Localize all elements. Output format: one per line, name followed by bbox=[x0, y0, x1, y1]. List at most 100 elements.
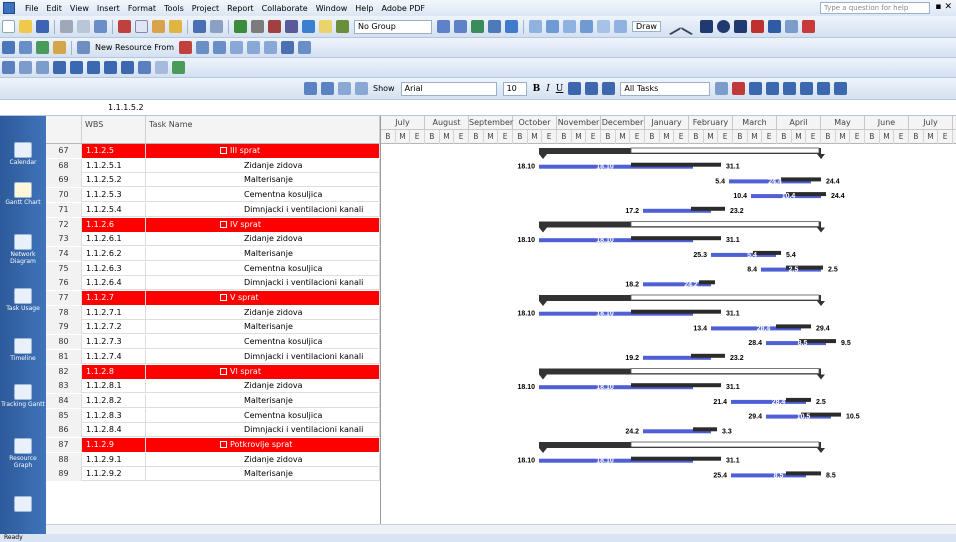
wbs-cell[interactable]: 1.1.2.5.2 bbox=[82, 173, 146, 188]
menu-help[interactable]: Help bbox=[351, 4, 377, 13]
undo-icon[interactable] bbox=[193, 20, 206, 33]
row-number[interactable]: 80 bbox=[46, 335, 82, 350]
row-number[interactable]: 87 bbox=[46, 438, 82, 452]
menu-edit[interactable]: Edit bbox=[42, 4, 66, 13]
menu-format[interactable]: Format bbox=[124, 4, 160, 13]
align-left-icon[interactable] bbox=[568, 82, 582, 95]
filter-select[interactable]: All Tasks bbox=[620, 81, 711, 96]
bold-button[interactable]: B bbox=[533, 84, 541, 94]
zoom-in-icon[interactable] bbox=[437, 20, 450, 33]
menu-tools[interactable]: Tools bbox=[160, 4, 188, 13]
summary-task-row[interactable]: 77 1.1.2.7 V sprat bbox=[46, 291, 380, 305]
tracking-icon[interactable] bbox=[529, 20, 542, 33]
task-name-cell[interactable]: VI sprat bbox=[146, 364, 380, 379]
task-row[interactable]: 79 1.1.2.7.2 Malterisanje bbox=[46, 320, 380, 335]
row-number[interactable]: 79 bbox=[46, 320, 82, 335]
redo-icon[interactable] bbox=[210, 20, 223, 33]
show-subtasks-icon[interactable] bbox=[338, 82, 351, 95]
oval-icon[interactable] bbox=[716, 20, 730, 33]
gantt-horizontal-scrollbar[interactable] bbox=[380, 524, 956, 534]
straight-links-icon[interactable] bbox=[155, 61, 168, 74]
group-by-select[interactable]: No Group bbox=[354, 19, 432, 34]
row-number[interactable]: 84 bbox=[46, 393, 82, 408]
font-size-select[interactable]: 10 bbox=[502, 81, 527, 96]
gantt-wizard-icon[interactable] bbox=[732, 82, 746, 95]
task-name-cell[interactable]: Dimnjacki i ventilacioni kanali bbox=[146, 202, 380, 217]
task-name-cell[interactable]: Cementna kosuljica bbox=[146, 188, 380, 203]
menu-insert[interactable]: Insert bbox=[93, 4, 124, 13]
link-tasks-icon[interactable] bbox=[251, 20, 264, 33]
row-number[interactable]: 83 bbox=[46, 379, 82, 394]
task-row[interactable]: 84 1.1.2.8.2 Malterisanje bbox=[46, 393, 380, 408]
summary-task-row[interactable]: 67 1.1.2.5 III sprat bbox=[46, 144, 380, 158]
resource-from-icon[interactable] bbox=[77, 41, 90, 54]
italic-button[interactable]: I bbox=[546, 84, 550, 94]
task-row[interactable]: 73 1.1.2.6.1 Zidanje zidova bbox=[46, 232, 380, 247]
table-icon[interactable] bbox=[783, 82, 797, 95]
task-row[interactable]: 74 1.1.2.6.2 Malterisanje bbox=[46, 246, 380, 261]
row-number[interactable]: 85 bbox=[46, 408, 82, 423]
task-row[interactable]: 70 1.1.2.5.3 Cementna kosuljica bbox=[46, 188, 380, 203]
progress-icon[interactable] bbox=[597, 20, 610, 33]
collapse-icon[interactable] bbox=[220, 220, 227, 228]
autofilter-icon[interactable] bbox=[715, 82, 729, 95]
print-icon[interactable] bbox=[60, 20, 73, 33]
row-number[interactable]: 71 bbox=[46, 202, 82, 217]
menu-file[interactable]: File bbox=[21, 4, 42, 13]
row-number[interactable]: 76 bbox=[46, 276, 82, 291]
row-number[interactable]: 73 bbox=[46, 232, 82, 247]
cut-icon[interactable] bbox=[118, 20, 131, 33]
wbs-cell[interactable]: 1.1.2.5 bbox=[82, 144, 146, 158]
wbs-cell[interactable]: 1.1.2.5.1 bbox=[82, 158, 146, 173]
calendar-icon[interactable] bbox=[580, 20, 593, 33]
table-horizontal-scrollbar[interactable] bbox=[46, 524, 380, 534]
view-network-diagram[interactable]: Network Diagram bbox=[0, 234, 46, 265]
resource-info-icon[interactable] bbox=[179, 41, 193, 54]
task-name-cell[interactable]: V sprat bbox=[146, 291, 380, 305]
text-box-icon[interactable] bbox=[767, 20, 781, 33]
help-search-input[interactable]: Type a question for help bbox=[820, 2, 930, 14]
outline-level-icon[interactable] bbox=[749, 82, 763, 95]
wbs-cell[interactable]: 1.1.2.8.4 bbox=[82, 423, 146, 438]
row-number[interactable]: 81 bbox=[46, 349, 82, 364]
view-tracking-gantt[interactable]: Tracking Gantt bbox=[0, 384, 46, 408]
task-name-cell[interactable]: Malterisanje bbox=[146, 246, 380, 261]
task-name-cell[interactable]: Malterisanje bbox=[146, 393, 380, 408]
task-row[interactable]: 76 1.1.2.6.4 Dimnjacki i ventilacioni kana… bbox=[46, 276, 380, 291]
new-icon[interactable] bbox=[2, 20, 15, 33]
menu-window[interactable]: Window bbox=[312, 4, 352, 13]
save-icon[interactable] bbox=[36, 20, 49, 33]
link-labels-icon[interactable] bbox=[70, 61, 83, 74]
zoom-out-icon[interactable] bbox=[454, 20, 467, 33]
row-number[interactable]: 70 bbox=[46, 188, 82, 203]
columns-icon[interactable] bbox=[834, 82, 848, 95]
help-icon[interactable] bbox=[505, 20, 518, 33]
page-breaks-icon[interactable] bbox=[138, 61, 151, 74]
box-styles-icon[interactable] bbox=[53, 61, 66, 74]
column-header-wbs[interactable]: WBS bbox=[82, 116, 146, 144]
bring-forward-icon[interactable] bbox=[801, 20, 815, 33]
filter-icon[interactable] bbox=[281, 41, 295, 54]
font-name-select[interactable]: Arial bbox=[400, 81, 497, 96]
task-name-cell[interactable]: Malterisanje bbox=[146, 467, 380, 482]
view-more[interactable] bbox=[0, 496, 46, 513]
open-icon[interactable] bbox=[19, 20, 32, 33]
wbs-cell[interactable]: 1.1.2.7.3 bbox=[82, 335, 146, 350]
task-name-cell[interactable]: Zidanje zidova bbox=[146, 305, 380, 320]
task-name-cell[interactable]: Dimnjacki i ventilacioni kanali bbox=[146, 349, 380, 364]
line-icon[interactable] bbox=[663, 17, 682, 36]
menu-view[interactable]: View bbox=[66, 4, 93, 13]
wbs-cell[interactable]: 1.1.2.9 bbox=[82, 438, 146, 452]
task-name-cell[interactable]: Zidanje zidova bbox=[146, 232, 380, 247]
collapse-icon[interactable] bbox=[220, 367, 227, 375]
wbs-cell[interactable]: 1.1.2.5.4 bbox=[82, 202, 146, 217]
update-tasks-icon[interactable] bbox=[546, 20, 559, 33]
wbs-cell[interactable]: 1.1.2.7.2 bbox=[82, 320, 146, 335]
draw-extra-icon[interactable] bbox=[784, 20, 798, 33]
task-name-cell[interactable]: Dimnjacki i ventilacioni kanali bbox=[146, 276, 380, 291]
row-number[interactable]: 67 bbox=[46, 144, 82, 158]
task-row[interactable]: 83 1.1.2.8.1 Zidanje zidova bbox=[46, 379, 380, 394]
task-name-cell[interactable]: Cementna kosuljica bbox=[146, 335, 380, 350]
share-resources-icon[interactable] bbox=[36, 41, 49, 54]
format-painter-icon[interactable] bbox=[169, 20, 182, 33]
